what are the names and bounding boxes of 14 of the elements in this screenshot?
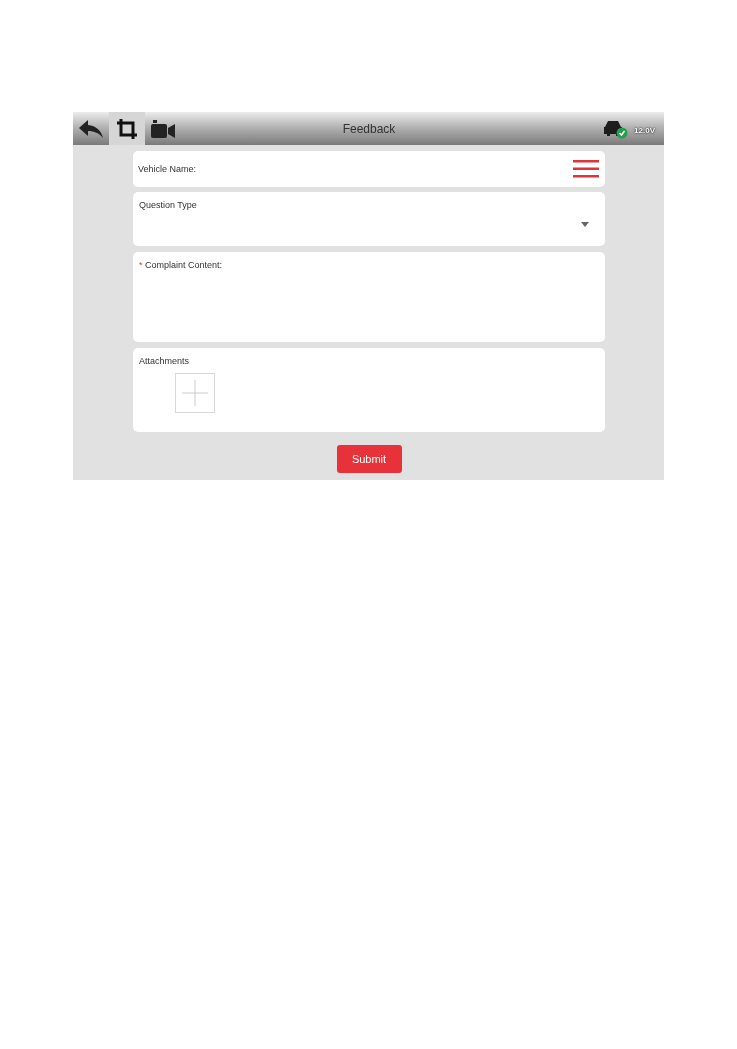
voltage-reading: 12.0V	[634, 125, 655, 135]
field-label: Vehicle Name:	[138, 164, 197, 174]
dropdown-caret-icon	[581, 221, 589, 227]
submit-button[interactable]: Submit	[336, 445, 402, 473]
window-title: Feedback	[341, 121, 397, 136]
back-arrow-icon	[78, 118, 104, 139]
video-camera-icon	[150, 118, 176, 139]
menu-icon[interactable]	[573, 160, 599, 178]
screenshot-button[interactable]	[109, 112, 145, 145]
field-label: Question Type	[139, 200, 197, 210]
field-label: * Complaint Content:	[139, 260, 223, 270]
field-label: Attachments	[139, 356, 190, 366]
crop-icon	[116, 117, 138, 140]
car-connected-icon	[602, 118, 629, 139]
